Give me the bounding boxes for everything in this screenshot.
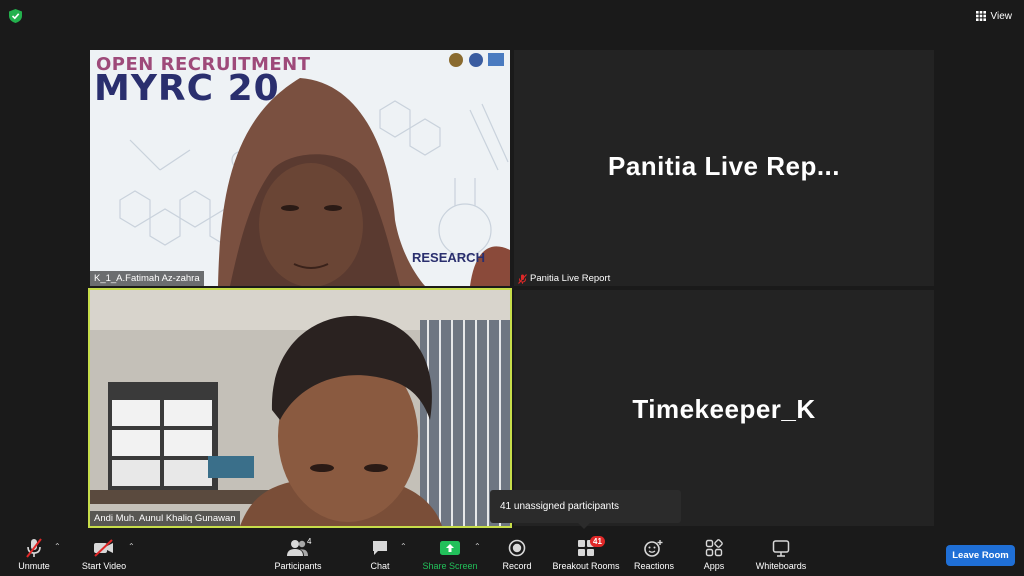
- breakout-rooms-label: Breakout Rooms: [552, 561, 620, 571]
- grid-icon: [975, 11, 986, 21]
- breakout-badge: 41: [590, 536, 605, 547]
- video-tile-andi[interactable]: Andi Muh. Aunul Khaliq Gunawan: [88, 288, 512, 528]
- tooltip-text: 41 unassigned participants: [500, 501, 619, 512]
- view-label: View: [990, 10, 1013, 22]
- chat-button[interactable]: Chat: [340, 538, 420, 571]
- poster-research-text: RESEARCH: [412, 250, 485, 265]
- view-button[interactable]: View: [972, 7, 1017, 25]
- participant-name: Andi Muh. Aunul Khaliq Gunawan: [94, 513, 236, 524]
- audio-options-caret-icon[interactable]: ⌃: [54, 542, 61, 551]
- apps-icon: [705, 539, 723, 557]
- apps-label: Apps: [703, 561, 725, 571]
- tooltip-pointer: [578, 523, 590, 529]
- record-button[interactable]: Record: [477, 538, 557, 571]
- unmute-label: Unmute: [18, 561, 50, 571]
- participants-label: Participants: [274, 561, 322, 571]
- share-screen-label: Share Screen: [422, 561, 478, 571]
- whiteboards-button[interactable]: Whiteboards: [741, 538, 821, 571]
- whiteboards-label: Whiteboards: [755, 561, 807, 571]
- reactions-label: Reactions: [633, 561, 675, 571]
- participants-icon: [287, 540, 308, 556]
- record-icon: [508, 539, 526, 557]
- participants-button[interactable]: 4 Participants: [258, 537, 338, 571]
- video-options-caret-icon[interactable]: ⌃: [128, 542, 135, 551]
- chat-label: Chat: [370, 561, 390, 571]
- participant-display-name: Panitia Live Rep...: [607, 151, 840, 181]
- chat-options-caret-icon[interactable]: ⌃: [400, 542, 407, 551]
- record-label: Record: [502, 561, 532, 571]
- start-video-label: Start Video: [81, 561, 127, 571]
- whiteboard-icon: [772, 540, 790, 557]
- security-shield-icon[interactable]: [9, 9, 22, 23]
- participants-count: 4: [307, 537, 312, 546]
- participant-name: K_1_A.Fatimah Az-zahra: [94, 273, 200, 284]
- participant-name-tag: Andi Muh. Aunul Khaliq Gunawan: [90, 511, 240, 526]
- reactions-smiley-icon: [644, 540, 663, 557]
- breakout-rooms-tooltip: 41 unassigned participants: [490, 490, 681, 523]
- share-screen-icon: [440, 541, 460, 555]
- muted-microphone-icon: [26, 538, 42, 558]
- video-tile-fatimah[interactable]: OPEN RECRUITMENT MYRC 20 RESEARCH K_1_A.…: [90, 50, 510, 286]
- meeting-toolbar: Unmute ⌃ Start Video ⌃ 4 Participants Ch…: [0, 534, 1024, 576]
- participant-display-name: Timekeeper_K: [632, 394, 816, 424]
- muted-mic-icon: [518, 273, 527, 284]
- participant-name-tag: Panitia Live Report: [514, 271, 614, 286]
- leave-room-button[interactable]: Leave Room: [946, 545, 1015, 566]
- participant-name: Panitia Live Report: [530, 273, 611, 284]
- unmute-button[interactable]: Unmute: [0, 538, 74, 571]
- participant-name-tag: K_1_A.Fatimah Az-zahra: [90, 271, 204, 286]
- participant-video-andi: [90, 290, 510, 526]
- top-bar: View: [0, 0, 1024, 32]
- poster-title-line2: MYRC 20: [94, 68, 280, 109]
- video-tile-panitia[interactable]: Panitia Live Rep... Panitia Live Report: [514, 50, 934, 286]
- chat-bubble-icon: [373, 541, 387, 555]
- video-off-icon: [94, 539, 113, 557]
